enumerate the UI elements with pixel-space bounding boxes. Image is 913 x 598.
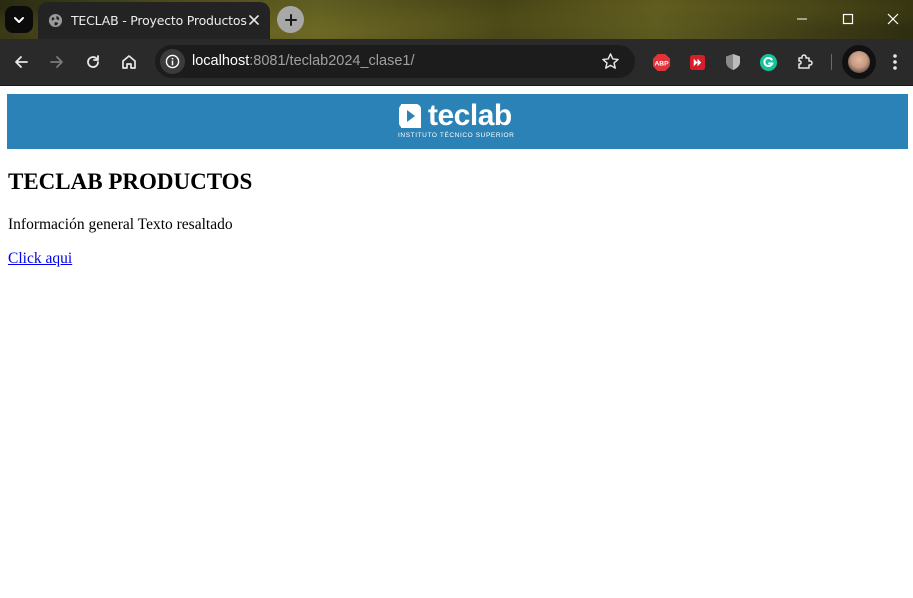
page-viewport: teclab INSTITUTO TÉCNICO SUPERIOR TECLAB… [0, 86, 913, 598]
close-window-button[interactable] [871, 4, 913, 34]
extensions-puzzle-icon [798, 54, 813, 69]
arrow-left-icon [15, 56, 28, 68]
header-banner: teclab INSTITUTO TÉCNICO SUPERIOR [7, 94, 908, 149]
back-button[interactable] [9, 50, 33, 74]
chevron-down-icon [14, 16, 24, 23]
url-text: localhost:8081/teclab2024_clase1/ [192, 53, 415, 69]
teclab-logo: teclab INSTITUTO TÉCNICO SUPERIOR [398, 99, 522, 143]
menu-button[interactable] [883, 50, 907, 74]
arrow-right-icon [50, 56, 63, 68]
bookmark-star-icon[interactable] [601, 52, 620, 71]
maximize-icon [842, 13, 854, 25]
url-path: :8081/teclab2024_clase1/ [249, 53, 415, 69]
grammarly-extension[interactable] [758, 52, 778, 72]
new-tab-button[interactable] [277, 6, 304, 33]
browser-toolbar: localhost:8081/teclab2024_clase1/ ABP [0, 39, 913, 86]
minimize-icon [797, 18, 807, 20]
page-title: TECLAB PRODUCTOS [8, 169, 253, 194]
title-bar: TECLAB - Proyecto Productos [0, 0, 913, 39]
minimize-button[interactable] [780, 4, 824, 34]
click-here-link[interactable]: Click aqui [8, 250, 72, 268]
info-icon [165, 54, 180, 69]
logo-tagline: INSTITUTO TÉCNICO SUPERIOR [398, 132, 515, 139]
toolbar-separator [831, 54, 832, 70]
shield-extension[interactable] [723, 52, 743, 72]
grammarly-icon [759, 53, 777, 71]
tab-title: TECLAB - Proyecto Productos [71, 13, 247, 28]
reload-button[interactable] [81, 50, 105, 74]
play-badge-icon [399, 104, 421, 128]
shield-icon [726, 54, 740, 70]
home-icon [122, 55, 136, 69]
close-icon [887, 13, 899, 25]
extensions-button[interactable] [795, 52, 815, 72]
close-tab-icon[interactable] [246, 12, 262, 28]
active-tab[interactable]: TECLAB - Proyecto Productos [38, 2, 270, 39]
address-bar[interactable]: localhost:8081/teclab2024_clase1/ [155, 45, 635, 78]
url-host: localhost [192, 53, 250, 69]
maximize-button[interactable] [826, 4, 870, 34]
logo-wordmark: teclab [428, 99, 512, 132]
adblock-plus-extension[interactable]: ABP [651, 52, 671, 72]
plus-icon [284, 13, 297, 26]
svg-text:ABP: ABP [654, 60, 669, 67]
fast-forward-extension[interactable] [687, 52, 707, 72]
profile-avatar-button[interactable] [842, 45, 876, 79]
kebab-menu-icon [893, 54, 897, 70]
tab-search-button[interactable] [5, 6, 33, 33]
forward-button[interactable] [45, 50, 69, 74]
home-button[interactable] [117, 50, 141, 74]
globe-icon [48, 13, 63, 28]
fast-forward-icon [689, 54, 705, 70]
adblock-plus-icon: ABP [652, 53, 670, 71]
avatar [848, 51, 870, 73]
info-paragraph: Información general Texto resaltado [8, 216, 233, 233]
site-info-button[interactable] [160, 49, 185, 74]
reload-icon [87, 55, 99, 68]
